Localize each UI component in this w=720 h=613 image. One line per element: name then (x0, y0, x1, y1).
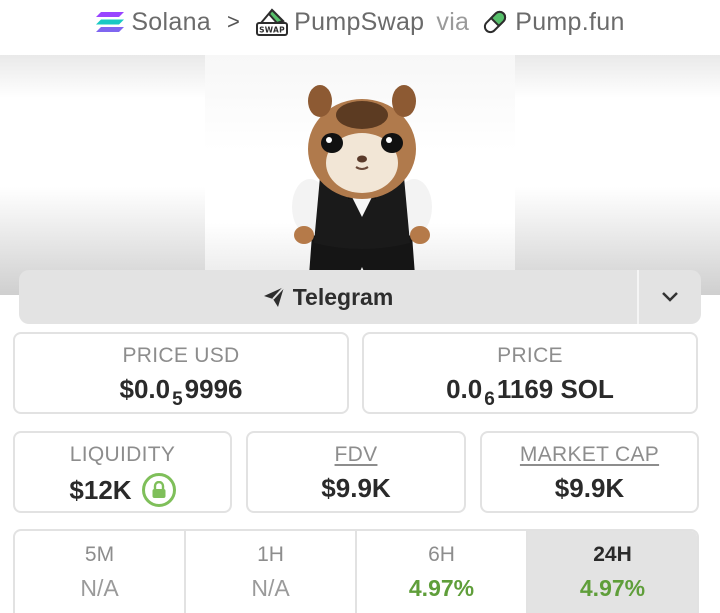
hamster-mascot-image (292, 85, 432, 295)
breadcrumb-chain-link[interactable]: Solana (95, 8, 211, 37)
price-native-zero-count: 6 (484, 388, 495, 410)
market-cap-label[interactable]: MARKET CAP (482, 443, 697, 467)
pumpswap-icon: SWAP (256, 8, 289, 36)
breadcrumb-dex-link[interactable]: SWAP PumpSwap (256, 7, 424, 37)
chain-name: Solana (131, 7, 211, 36)
tab-1h-change: N/A (251, 575, 290, 601)
swap-badge: SWAP (259, 26, 285, 35)
timeframe-tabs: 5M N/A 1H N/A 6H 4.97% 24H 4.97% (13, 529, 699, 613)
tab-24h[interactable]: 24H 4.97% (528, 531, 697, 613)
via-text: via (436, 7, 470, 36)
telegram-label: Telegram (292, 283, 394, 310)
breadcrumb-separator: > (226, 9, 241, 34)
market-cap-card: MARKET CAP $9.9K (480, 431, 699, 513)
liquidity-value: $12K (69, 474, 132, 505)
tab-6h-label: 6H (428, 543, 455, 566)
telegram-icon (263, 286, 285, 307)
fdv-label[interactable]: FDV (248, 443, 464, 467)
solana-icon (96, 12, 125, 32)
market-cap-value: $9.9K (554, 473, 625, 503)
price-usd-digits: 9996 (184, 374, 243, 404)
price-native-card: PRICE 0.0 6 1169 SOL (362, 332, 698, 414)
price-native-digits: 1169 SOL (496, 374, 614, 404)
breadcrumb-launchpad-link[interactable]: Pump.fun (481, 8, 624, 37)
price-native-value: 0.0 6 1169 SOL (364, 374, 696, 410)
tab-24h-change: 4.97% (579, 575, 646, 601)
price-usd-card: PRICE USD $0.0 5 9996 (13, 332, 349, 414)
chevron-down-icon (662, 292, 678, 302)
tab-5m-label: 5M (84, 543, 115, 566)
liquidity-label: LIQUIDITY (69, 443, 176, 466)
tab-6h-change: 4.97% (408, 575, 475, 601)
price-usd-value: $0.0 5 9996 (15, 374, 347, 410)
token-banner (0, 55, 720, 295)
tab-24h-label: 24H (593, 543, 632, 566)
tab-1h[interactable]: 1H N/A (186, 531, 357, 613)
liquidity-card: LIQUIDITY $12K (13, 431, 232, 513)
lock-icon[interactable] (141, 473, 176, 507)
more-links-button[interactable] (639, 270, 701, 324)
price-usd-zero-count: 5 (172, 388, 183, 410)
tab-6h[interactable]: 6H 4.97% (357, 531, 528, 613)
launchpad-name: Pump.fun (515, 7, 625, 36)
price-usd-prefix: $0.0 (119, 374, 171, 404)
tab-1h-label: 1H (257, 543, 284, 566)
price-native-prefix: 0.0 (446, 374, 483, 404)
social-links-bar: Telegram (19, 270, 701, 324)
tab-5m-change: N/A (80, 575, 119, 601)
fdv-value: $9.9K (321, 473, 391, 503)
fdv-card: FDV $9.9K (246, 431, 466, 513)
telegram-button[interactable]: Telegram (19, 270, 639, 324)
dex-name: PumpSwap (294, 7, 425, 36)
price-native-label: PRICE (497, 344, 563, 367)
breadcrumb: Solana > SWAP PumpSwap via Pump.fun (0, 0, 720, 44)
tab-5m[interactable]: 5M N/A (15, 531, 186, 613)
pill-icon (484, 10, 507, 34)
price-usd-label: PRICE USD (122, 344, 240, 367)
